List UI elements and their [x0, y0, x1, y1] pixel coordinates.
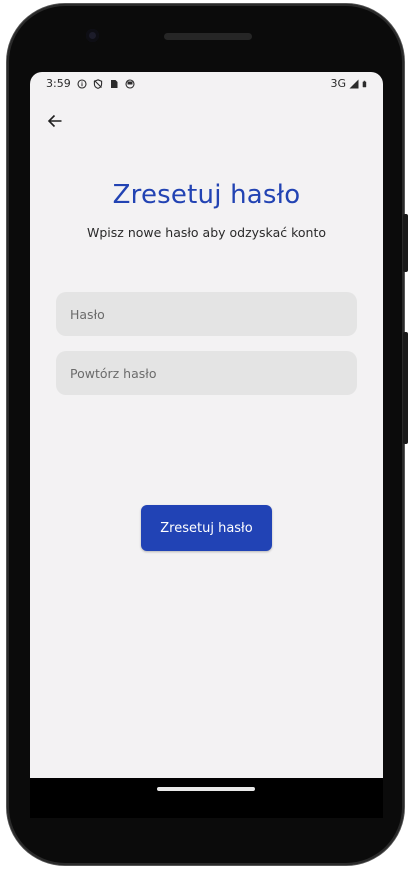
- battery-icon: [362, 80, 367, 87]
- sync-icon: [125, 78, 135, 89]
- page-title: Zresetuj hasło: [112, 180, 301, 210]
- password-field[interactable]: [56, 292, 357, 336]
- arrow-left-icon: [47, 114, 62, 128]
- info-icon: [77, 78, 87, 89]
- status-bar: 3:59 3G: [30, 72, 383, 96]
- password-input[interactable]: [70, 306, 357, 322]
- repeat-password-field[interactable]: [56, 351, 357, 395]
- reset-password-button[interactable]: Zresetuj hasło: [141, 505, 272, 551]
- front-camera: [86, 29, 99, 42]
- earpiece-speaker: [164, 33, 252, 40]
- signal-icon: [349, 79, 359, 88]
- app-screen: 3:59 3G Zresetuj hasło Wpisz nowe hasło …: [30, 72, 383, 778]
- back-button[interactable]: [44, 110, 66, 132]
- shield-icon: [93, 78, 102, 89]
- status-bar-left: 3:59: [46, 77, 135, 90]
- status-time: 3:59: [46, 77, 71, 90]
- home-gesture-handle[interactable]: [157, 787, 255, 791]
- sim-icon: [110, 79, 118, 88]
- status-bar-right: 3G: [330, 77, 369, 90]
- page-subtitle: Wpisz nowe hasło aby odzyskać konto: [87, 225, 326, 240]
- repeat-password-input[interactable]: [70, 365, 357, 381]
- network-type: 3G: [330, 77, 346, 90]
- power-button: [403, 214, 408, 272]
- navigation-bar: [30, 778, 383, 818]
- volume-button: [403, 332, 408, 444]
